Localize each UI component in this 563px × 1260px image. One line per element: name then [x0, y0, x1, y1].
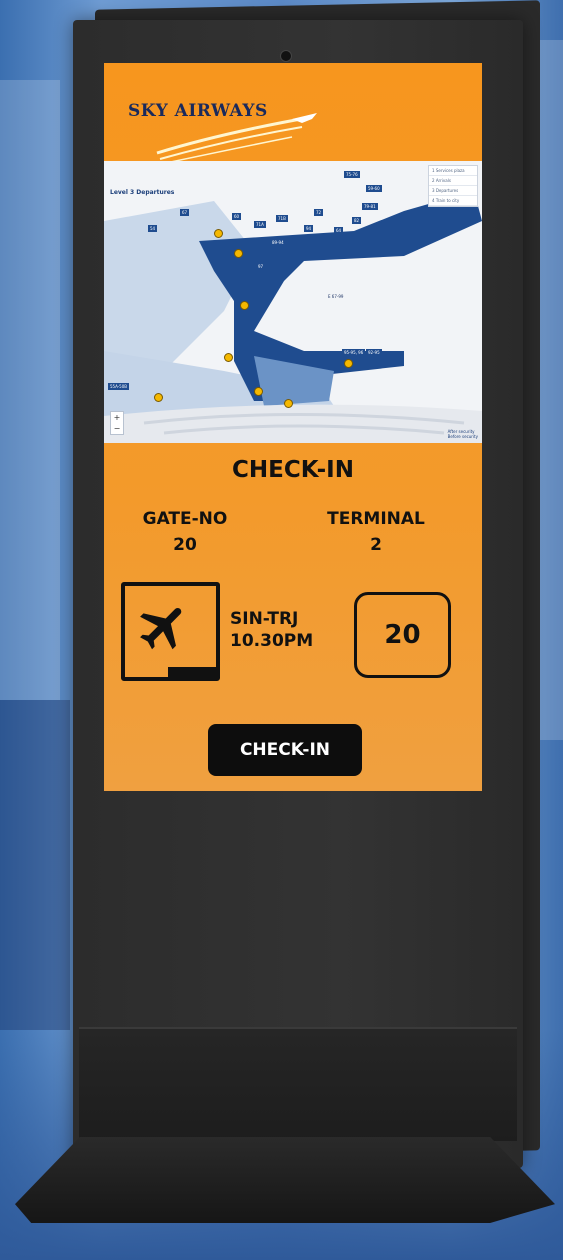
map-poi-icon[interactable] [344, 359, 353, 368]
map-poi-icon[interactable] [234, 249, 243, 258]
gate-label: 72 [314, 209, 324, 216]
gate-label: E 67-99 [328, 294, 344, 299]
camera-icon [280, 50, 292, 62]
map-poi-icon[interactable] [154, 393, 163, 402]
gate-label: 89-94 [270, 239, 286, 246]
gate-label: 71A [254, 221, 266, 228]
map-legend: 1 Services plaza 2 Arrivals 3 Departures… [428, 165, 478, 207]
map-security-legend: After security Before security [448, 429, 478, 439]
flight-icon-box [121, 582, 220, 681]
gate-number-box: 20 [354, 592, 451, 678]
gate-label: 59-60 [366, 185, 382, 192]
map-level-label: Level 3 Departures [110, 189, 175, 196]
flight-time: 10.30PM [230, 631, 314, 651]
gate-number-label: GATE-NO [142, 509, 228, 529]
check-in-button[interactable]: CHECK-IN [208, 724, 362, 776]
background-window [540, 40, 563, 740]
flight-info: SIN-TRJ 10.30PM [230, 608, 313, 652]
gate-label: 75-76 [344, 171, 360, 178]
map-poi-icon[interactable] [214, 229, 223, 238]
terminal-label: TERMINAL [327, 509, 425, 529]
zoom-in-button[interactable]: + [111, 412, 123, 423]
flight-route: SIN-TRJ [230, 609, 299, 629]
kiosk-lower-panel [79, 1027, 517, 1141]
check-in-title: CHECK-IN [232, 457, 354, 483]
gate-label: 79-81 [362, 203, 378, 210]
map-poi-icon[interactable] [224, 353, 233, 362]
gate-label: 92-95 [366, 349, 382, 356]
icon-box-bar [168, 667, 216, 677]
airplane-icon [140, 607, 182, 650]
terminal-map[interactable]: Level 3 Departures 1 Services plaza 2 Ar… [104, 161, 482, 443]
gate-label: 67 [180, 209, 190, 216]
kiosk-base [15, 1137, 555, 1223]
gate-label: 82 [352, 217, 362, 224]
gate-label: 60 [232, 213, 242, 220]
gate-label: 94 [304, 225, 314, 232]
legend-item[interactable]: 4 Train to city [429, 196, 477, 206]
legend-item[interactable]: 3 Departures [429, 186, 477, 196]
gate-label: 97 [256, 263, 266, 270]
gate-label: 95-95, 96 [342, 349, 366, 356]
gate-label: 55A-50B [108, 383, 130, 390]
legend-item[interactable]: 1 Services plaza [429, 166, 477, 176]
terminal-value: 2 [370, 535, 382, 555]
zoom-out-button[interactable]: − [111, 423, 123, 434]
legend-before-security: Before security [447, 434, 478, 439]
logo-swoosh-icon [156, 113, 317, 163]
legend-item[interactable]: 2 Arrivals [429, 176, 477, 186]
map-poi-icon[interactable] [254, 387, 263, 396]
kiosk-screen: SKY AIRWAYS Level 3 Departures 1 Service… [104, 63, 482, 791]
background-window [0, 80, 60, 700]
gate-label: 71B [276, 215, 288, 222]
gate-label: 54 [148, 225, 158, 232]
map-poi-icon[interactable] [240, 301, 249, 310]
map-zoom-control: + − [110, 411, 124, 435]
gate-label: 64 [334, 227, 344, 234]
background-column [0, 700, 70, 1030]
map-poi-icon[interactable] [284, 399, 293, 408]
gate-number-value: 20 [173, 535, 197, 555]
